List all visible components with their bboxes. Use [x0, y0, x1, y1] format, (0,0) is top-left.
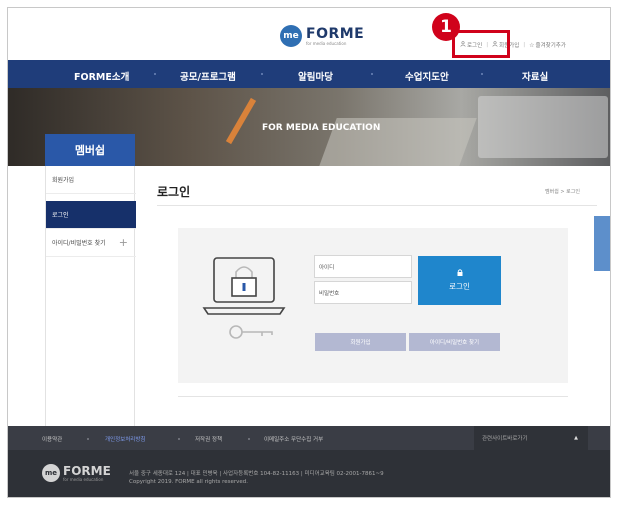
footer-link-privacy[interactable]: 개인정보처리방침 [105, 435, 145, 443]
nav-item-resources[interactable]: 자료실 [522, 69, 548, 83]
banner-laptop [478, 96, 608, 158]
footer-copyright: Copyright 2019. FORME all rights reserve… [129, 479, 249, 485]
nav-separator [261, 73, 263, 75]
nav-item-notice[interactable]: 알림마당 [298, 69, 333, 83]
footer-link-email-policy[interactable]: 이메일주소 무단수집 거부 [264, 435, 323, 443]
side-quick-tab[interactable] [594, 216, 610, 271]
title-divider [157, 205, 597, 206]
site-header: me FORME for media education 로그인 | 회원가입 … [8, 8, 610, 59]
nav-separator [154, 73, 156, 75]
sidebar-item-label: 회원가입 [52, 177, 75, 184]
sidebar-item-label: 아이디/비밀번호 찾기 [52, 240, 106, 247]
logo-name: FORME [306, 25, 365, 42]
footer-links-bar: 이용약관 개인정보처리방침 저작권 정책 이메일주소 무단수집 거부 관련사이트… [8, 426, 610, 450]
browser-page: me FORME for media education 로그인 | 회원가입 … [7, 7, 611, 498]
footer-separator [87, 438, 89, 440]
login-button-label: 로그인 [449, 282, 470, 291]
caret-up-icon: ▲ [574, 435, 578, 441]
family-site-label: 관련사이트바로가기 [482, 436, 528, 442]
footer-link-copyright[interactable]: 저작권 정책 [195, 435, 222, 443]
lock-icon [457, 269, 463, 278]
sidebar-item-find-account[interactable]: 아이디/비밀번호 찾기 + [46, 229, 136, 257]
id-input[interactable]: 아이디 [314, 255, 412, 278]
section-label: 멤버쉽 [45, 134, 135, 166]
find-account-button[interactable]: 아이디/비밀번호 찾기 [409, 333, 500, 351]
computer-lock-illustration-icon [202, 257, 286, 339]
footer-address: 서울 중구 세종대로 124 | 대표 민병욱 | 사업자등록번호 104-82… [129, 471, 384, 477]
banner-title: FOR MEDIA EDUCATION [262, 123, 381, 133]
star-icon: ☆ [529, 41, 535, 49]
footer-logo-mark: me [42, 464, 60, 482]
plus-icon: + [118, 236, 128, 249]
footer-logo: me FORME for media education [42, 464, 111, 482]
footer-link-terms[interactable]: 이용약관 [42, 435, 62, 443]
footer-info: me FORME for media education 서울 중구 세종대로 … [8, 450, 610, 497]
site-logo[interactable]: me FORME for media education [280, 25, 364, 47]
password-input[interactable]: 비밀번호 [314, 281, 412, 304]
password-placeholder: 비밀번호 [319, 290, 340, 297]
signup-button[interactable]: 회원가입 [315, 333, 406, 351]
sidebar: 회원가입 로그인 아이디/비밀번호 찾기 + [45, 166, 136, 431]
bookmark-link[interactable]: 즐겨찾기추가 [536, 41, 566, 49]
footer-separator [248, 438, 250, 440]
nav-separator [371, 73, 373, 75]
nav-item-programs[interactable]: 공모/프로그램 [180, 69, 236, 83]
banner-pencil [225, 97, 257, 145]
nav-separator [481, 73, 483, 75]
content-divider [178, 396, 568, 397]
main-nav: FORME소개 공모/프로그램 알림마당 수업지도안 자료실 [8, 60, 610, 88]
breadcrumb: 멤버쉽 > 로그인 [545, 189, 580, 195]
highlight-box [452, 30, 510, 58]
sidebar-item-signup[interactable]: 회원가입 [46, 166, 136, 194]
sidebar-item-label: 로그인 [52, 212, 69, 219]
nav-item-about[interactable]: FORME소개 [74, 69, 129, 83]
logo-mark: me [280, 25, 302, 47]
step-badge: 1 [432, 13, 460, 41]
footer-separator [178, 438, 180, 440]
footer-logo-name: FORME [63, 463, 111, 478]
nav-item-lesson-plans[interactable]: 수업지도안 [405, 69, 449, 83]
divider: | [523, 42, 526, 48]
id-placeholder: 아이디 [319, 264, 335, 271]
login-button[interactable]: 로그인 [418, 256, 501, 305]
page-title: 로그인 [157, 185, 191, 199]
family-site-select[interactable]: 관련사이트바로가기 ▲ [474, 426, 588, 450]
logo-tagline: for media education [306, 40, 347, 46]
sidebar-item-login[interactable]: 로그인 [46, 201, 136, 229]
